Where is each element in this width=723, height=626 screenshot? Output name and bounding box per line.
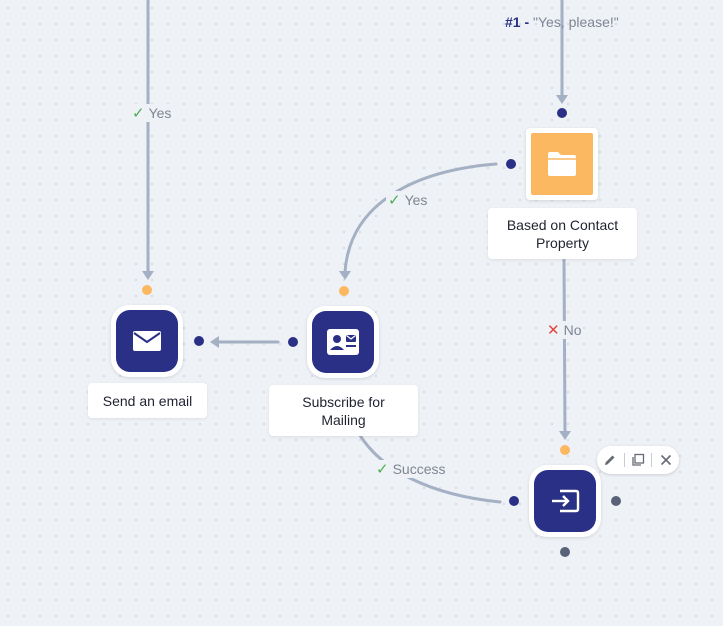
edge-label-yes-curve: ✓ Yes xyxy=(386,191,430,209)
condition-caption: Based on Contact Property xyxy=(488,208,637,259)
pencil-icon[interactable] xyxy=(600,450,620,470)
check-icon: ✓ xyxy=(132,105,145,122)
node-toolbar xyxy=(597,446,679,474)
contact-card-icon xyxy=(327,329,359,355)
exit-icon xyxy=(552,489,580,513)
exit-node-body xyxy=(534,470,596,532)
send-email-node[interactable] xyxy=(111,305,183,377)
close-icon[interactable] xyxy=(656,450,676,470)
arrow-yes-left xyxy=(142,271,154,280)
edge-label-no: ✕ No xyxy=(545,321,584,339)
edge-no xyxy=(562,256,567,434)
toolbar-divider xyxy=(623,453,625,467)
arrow-no xyxy=(559,431,571,440)
check-icon: ✓ xyxy=(388,192,401,209)
exit-node[interactable] xyxy=(529,465,601,537)
exit-input-dot[interactable] xyxy=(560,445,570,455)
subscribe-left-dot[interactable] xyxy=(288,337,298,347)
toolbar-divider xyxy=(651,453,653,467)
subscribe-node[interactable] xyxy=(307,306,379,378)
exit-right-dot[interactable] xyxy=(611,496,621,506)
edge-yes-curve xyxy=(343,162,498,274)
duplicate-icon[interactable] xyxy=(628,450,648,470)
envelope-icon xyxy=(133,331,161,351)
send-email-caption: Send an email xyxy=(88,383,207,418)
subscribe-node-body xyxy=(312,311,374,373)
exit-bottom-dot[interactable] xyxy=(560,547,570,557)
condition-node-body xyxy=(531,133,593,195)
edge-label-yes-left: ✓ Yes xyxy=(130,104,174,122)
arrow-choice xyxy=(556,95,568,104)
send-email-output-dot[interactable] xyxy=(194,336,204,346)
condition-input-dot[interactable] xyxy=(557,108,567,118)
arrow-to-email xyxy=(210,336,219,348)
choice-label: #1 - "Yes, please!" xyxy=(505,14,619,30)
subscribe-input-dot[interactable] xyxy=(339,286,349,296)
cross-icon: ✕ xyxy=(547,322,560,339)
subscribe-caption: Subscribe for Mailing xyxy=(269,385,418,436)
exit-left-dot[interactable] xyxy=(509,496,519,506)
choice-text: "Yes, please!" xyxy=(533,14,619,30)
choice-number: #1 - xyxy=(505,14,530,30)
edge-label-success: ✓ Success xyxy=(374,460,448,478)
condition-left-dot[interactable] xyxy=(506,159,516,169)
arrow-yes-curve xyxy=(339,271,351,280)
check-icon: ✓ xyxy=(376,461,389,478)
folder-icon xyxy=(548,152,576,176)
send-email-node-body xyxy=(116,310,178,372)
condition-node[interactable] xyxy=(526,128,598,200)
send-email-input-dot[interactable] xyxy=(142,285,152,295)
